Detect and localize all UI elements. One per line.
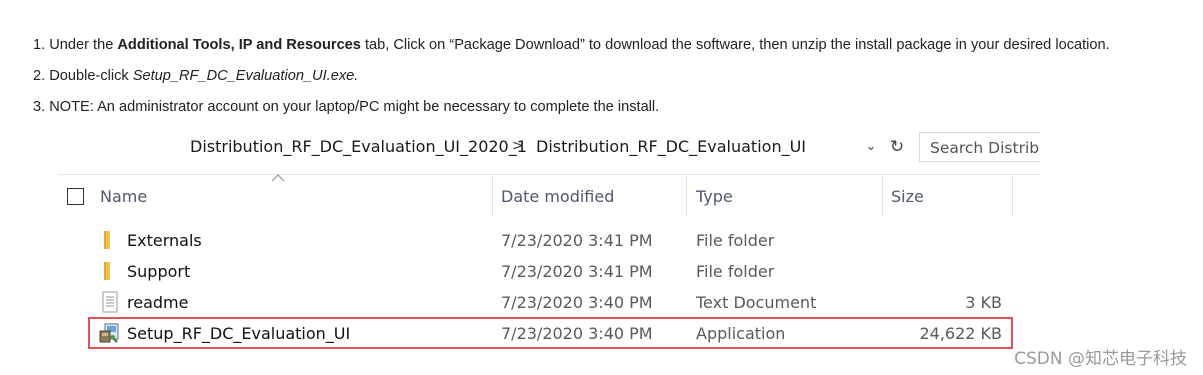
instruction-step-1: 1. Under the Additional Tools, IP and Re… xyxy=(33,30,1198,61)
sort-ascending-icon xyxy=(271,174,285,182)
column-header-date-modified[interactable]: Date modified xyxy=(501,187,614,206)
file-date-modified: 7/23/2020 3:41 PM xyxy=(501,262,653,281)
instruction-step-2: 2. Double-click Setup_RF_DC_Evaluation_U… xyxy=(33,61,1198,92)
refresh-icon[interactable]: ↻ xyxy=(884,134,910,160)
file-row-externals[interactable]: Externals 7/23/2020 3:41 PM File folder xyxy=(58,225,1040,256)
file-size: 3 KB xyxy=(965,293,1002,312)
file-name: readme xyxy=(127,293,189,312)
address-bar[interactable]: Distribution_RF_DC_Evaluation_UI_2020_1 … xyxy=(58,130,1040,166)
file-type: Application xyxy=(696,324,786,343)
column-separator[interactable] xyxy=(882,176,883,216)
column-header-row: Name Date modified Type Size xyxy=(58,174,1040,218)
instructions: 1. Under the Additional Tools, IP and Re… xyxy=(33,30,1198,123)
step-1-prefix: 1. Under the xyxy=(33,37,118,53)
file-row-readme[interactable]: readme 7/23/2020 3:40 PM Text Document 3… xyxy=(58,287,1040,318)
step-1-suffix: tab, Click on “Package Download” to down… xyxy=(360,37,1110,53)
file-type: File folder xyxy=(696,231,775,250)
search-input[interactable] xyxy=(920,134,1040,161)
file-name: Externals xyxy=(127,231,202,250)
breadcrumb-parent-folder[interactable]: Distribution_RF_DC_Evaluation_UI_2020_1 xyxy=(190,137,527,156)
text-document-icon xyxy=(102,291,118,313)
file-type: Text Document xyxy=(696,293,817,312)
search-box[interactable] xyxy=(919,132,1040,162)
divider xyxy=(58,174,1040,175)
file-date-modified: 7/23/2020 3:41 PM xyxy=(501,231,653,250)
select-all-checkbox[interactable] xyxy=(67,188,84,205)
column-header-size[interactable]: Size xyxy=(891,187,924,206)
file-date-modified: 7/23/2020 3:40 PM xyxy=(501,293,653,312)
file-date-modified: 7/23/2020 3:40 PM xyxy=(501,324,653,343)
breadcrumb-separator-chevron-icon[interactable]: > xyxy=(512,138,524,154)
breadcrumb-current-folder[interactable]: Distribution_RF_DC_Evaluation_UI xyxy=(536,137,806,156)
file-name: Support xyxy=(127,262,191,281)
column-header-type[interactable]: Type xyxy=(696,187,733,206)
step-2-prefix: 2. Double-click xyxy=(33,68,133,84)
file-name: Setup_RF_DC_Evaluation_UI xyxy=(127,324,351,343)
file-list: Externals 7/23/2020 3:41 PM File folder … xyxy=(58,225,1040,349)
instruction-step-3: 3. NOTE: An administrator account on you… xyxy=(33,99,660,115)
step-2-filename: Setup_RF_DC_Evaluation_UI.exe. xyxy=(132,68,359,84)
file-size: 24,622 KB xyxy=(919,324,1002,343)
file-row-setup[interactable]: Setup_RF_DC_Evaluation_UI 7/23/2020 3:40… xyxy=(58,318,1040,349)
file-explorer: Distribution_RF_DC_Evaluation_UI_2020_1 … xyxy=(58,130,1040,355)
column-separator[interactable] xyxy=(1012,176,1013,216)
column-separator[interactable] xyxy=(492,176,493,216)
file-row-support[interactable]: Support 7/23/2020 3:41 PM File folder xyxy=(58,256,1040,287)
column-header-name[interactable]: Name xyxy=(100,187,147,206)
folder-icon xyxy=(104,231,110,249)
file-type: File folder xyxy=(696,262,775,281)
column-separator[interactable] xyxy=(686,176,687,216)
setup-installer-icon xyxy=(99,323,119,343)
folder-icon xyxy=(104,262,110,280)
chevron-down-icon[interactable]: ⌄ xyxy=(860,136,882,158)
watermark: CSDN @知芯电子科技 xyxy=(1014,349,1187,369)
step-1-bold-tab-name: Additional Tools, IP and Resources xyxy=(117,37,361,53)
